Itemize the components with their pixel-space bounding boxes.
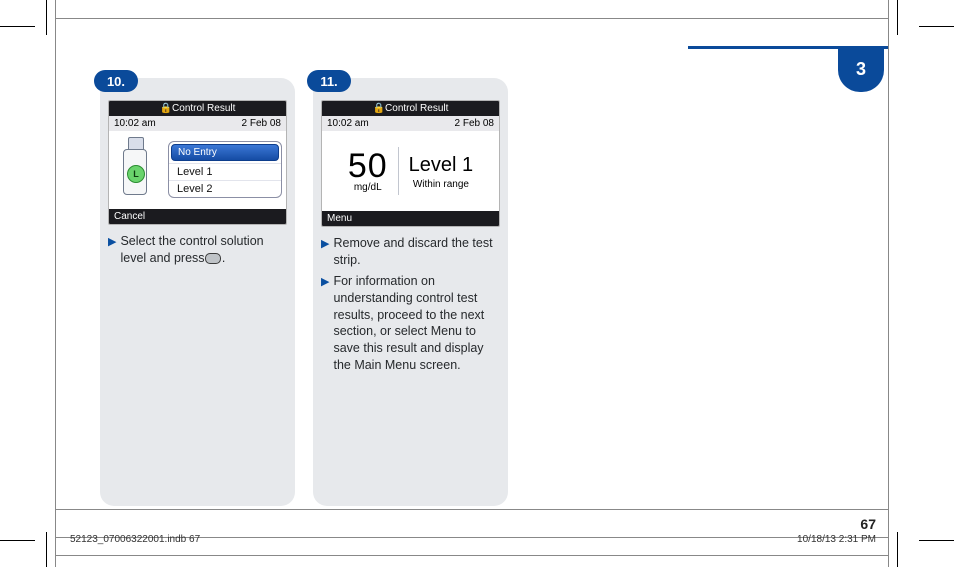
chapter-tab: 3 [838,46,884,92]
frame-line [55,18,888,19]
page-number: 67 [860,516,876,532]
instruction-text: For information on understanding control… [333,273,500,374]
screen-statusbar: 10:02 am 2 Feb 08 [322,116,499,131]
device-screen: 🔒Control Result 10:02 am 2 Feb 08 50 mg/… [321,100,500,227]
instruction-text: Remove and discard the test strip. [333,235,500,269]
instruction-item: ▶ Remove and discard the test strip. [321,235,500,269]
screen-softkey-left: Cancel [109,209,286,224]
crop-mark [897,0,898,35]
frame-line [55,509,888,510]
level-menu-option-2: Level 2 [169,180,281,197]
step-badge: 10. [94,70,138,92]
footer-file: 52123_07006322001.indb 67 [70,534,200,545]
screen-body: L No Entry Level 1 Level 2 [109,131,286,209]
footer-datetime: 10/18/13 2:31 PM [797,534,876,545]
level-menu-option-1: Level 1 [169,163,281,180]
screen-time: 10:02 am [114,118,156,129]
instruction-item: ▶ For information on understanding contr… [321,273,500,374]
result-level: Level 1 [409,154,474,176]
screen-title: Control Result [385,103,448,114]
control-solution-bottle-icon: L [121,137,149,195]
screen-titlebar: 🔒Control Result [322,101,499,116]
result-range: Within range [409,178,474,191]
result-unit: mg/dL [348,183,388,193]
step-badge: 11. [307,70,351,92]
level-menu: No Entry Level 1 Level 2 [168,141,282,198]
level-menu-selected: No Entry [171,144,279,161]
screen-title: Control Result [172,103,235,114]
instruction-text: Select the control solution level and pr… [120,233,287,267]
print-footer: 52123_07006322001.indb 67 10/18/13 2:31 … [70,534,876,545]
instruction-text-span: Select the control solution level and pr… [120,234,263,265]
result-value-block: 50 mg/dL [348,149,388,193]
result-level-block: Level 1 Within range [409,152,474,191]
ok-button-icon [205,253,221,264]
crop-mark [0,26,35,27]
crop-mark [897,532,898,567]
result-divider [398,147,399,195]
screen-statusbar: 10:02 am 2 Feb 08 [109,116,286,131]
bullet-arrow-icon: ▶ [108,235,116,267]
step-cards: 10. 🔒Control Result 10:02 am 2 Feb 08 L … [100,78,508,506]
bullet-arrow-icon: ▶ [321,275,329,374]
instruction-item: ▶ Select the control solution level and … [108,233,287,267]
instruction-list: ▶ Remove and discard the test strip. ▶ F… [321,235,500,374]
bottle-letter: L [127,165,145,183]
screen-date: 2 Feb 08 [242,118,281,129]
step-card-10: 10. 🔒Control Result 10:02 am 2 Feb 08 L … [100,78,295,506]
step-card-11: 11. 🔒Control Result 10:02 am 2 Feb 08 50… [313,78,508,506]
screen-time: 10:02 am [327,118,369,129]
screen-body: 50 mg/dL Level 1 Within range [322,131,499,211]
bullet-arrow-icon: ▶ [321,237,329,269]
result-display: 50 mg/dL Level 1 Within range [322,131,499,211]
frame-line [55,0,56,567]
instruction-list: ▶ Select the control solution level and … [108,233,287,267]
result-value: 50 [348,147,388,185]
device-screen: 🔒Control Result 10:02 am 2 Feb 08 L No E… [108,100,287,225]
crop-mark [46,532,47,567]
crop-mark [0,540,35,541]
lock-icon: 🔒 [160,103,172,114]
screen-titlebar: 🔒Control Result [109,101,286,116]
screen-date: 2 Feb 08 [455,118,494,129]
crop-mark [919,540,954,541]
frame-line [55,555,888,556]
frame-line [888,0,889,567]
lock-icon: 🔒 [373,103,385,114]
crop-mark [919,26,954,27]
crop-mark [46,0,47,35]
page: 3 10. 🔒Control Result 10:02 am 2 Feb 08 … [0,0,954,567]
screen-softkey-left: Menu [322,211,499,226]
